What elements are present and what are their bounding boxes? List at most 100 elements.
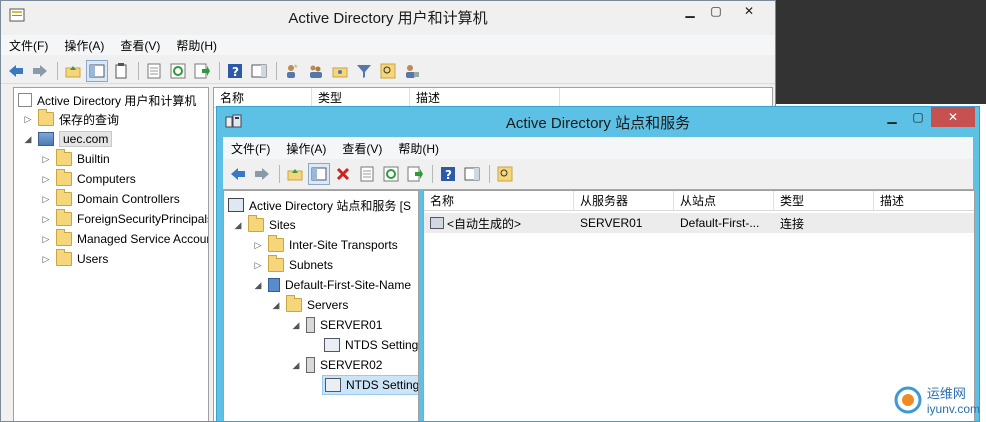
back-arrow-icon[interactable] bbox=[5, 60, 27, 82]
adss-tree-inter-site-label: Inter-Site Transports bbox=[289, 238, 398, 252]
ntds-settings-icon bbox=[325, 378, 341, 392]
aduc-tree-child[interactable]: ▷ Domain Controllers bbox=[40, 189, 180, 209]
expand-arrow-icon[interactable]: ▷ bbox=[40, 194, 52, 205]
aduc-tree-child[interactable]: ▷ Users bbox=[40, 249, 108, 269]
refresh-icon[interactable] bbox=[167, 60, 189, 82]
aduc-close-button[interactable]: ✕ bbox=[729, 1, 769, 21]
expand-arrow-icon[interactable]: ▷ bbox=[40, 154, 52, 165]
show-action-pane-icon[interactable] bbox=[461, 163, 483, 185]
svg-text:?: ? bbox=[445, 168, 452, 182]
aduc-col-name[interactable]: 名称 bbox=[214, 88, 312, 108]
watermark: 运维网 iyunv.com bbox=[893, 383, 980, 416]
site-icon bbox=[268, 278, 280, 292]
aduc-tree-child[interactable]: ▷ Managed Service Accounts bbox=[40, 229, 208, 249]
collapse-arrow-icon[interactable]: ◢ bbox=[270, 300, 282, 311]
aduc-menu-view[interactable]: 查看(V) bbox=[112, 37, 168, 54]
new-user-icon[interactable]: * bbox=[281, 60, 303, 82]
aduc-col-desc[interactable]: 描述 bbox=[410, 88, 560, 108]
collapse-arrow-icon[interactable]: ◢ bbox=[232, 220, 244, 231]
table-row[interactable]: <自动生成的> SERVER01 Default-First-... 连接 bbox=[424, 213, 974, 233]
adss-col-desc[interactable]: 描述 bbox=[874, 191, 974, 211]
expand-arrow-icon[interactable]: ▷ bbox=[40, 254, 52, 265]
adss-tree-site[interactable]: ◢ Default-First-Site-Name bbox=[252, 275, 411, 295]
collapse-arrow-icon[interactable]: ◢ bbox=[252, 280, 264, 291]
forward-arrow-icon[interactable] bbox=[251, 163, 273, 185]
export-list-icon[interactable] bbox=[191, 60, 213, 82]
aduc-tree-saved-queries[interactable]: ▷ 保存的查询 bbox=[22, 109, 119, 129]
adss-minimize-button[interactable]: ▁ bbox=[879, 107, 905, 127]
clipboard-icon[interactable] bbox=[110, 60, 132, 82]
adss-menu-file[interactable]: 文件(F) bbox=[223, 140, 278, 157]
aduc-tree-child-label: ForeignSecurityPrincipals bbox=[77, 212, 209, 226]
adss-tree-server2-label: SERVER02 bbox=[320, 358, 383, 372]
aduc-tree-domain[interactable]: ◢ uec.com bbox=[22, 129, 113, 149]
adss-tree-root[interactable]: Active Directory 站点和服务 [S bbox=[228, 195, 411, 215]
refresh-icon[interactable] bbox=[380, 163, 402, 185]
toolbar-separator bbox=[489, 165, 490, 183]
aduc-menu-file[interactable]: 文件(F) bbox=[1, 37, 56, 54]
delete-icon[interactable] bbox=[332, 163, 354, 185]
aduc-menu-action[interactable]: 操作(A) bbox=[56, 37, 112, 54]
forward-arrow-icon[interactable] bbox=[29, 60, 51, 82]
aduc-tree-child[interactable]: ▷ Builtin bbox=[40, 149, 110, 169]
filter-icon[interactable] bbox=[353, 60, 375, 82]
properties-icon[interactable] bbox=[356, 163, 378, 185]
cell-name-text: <自动生成的> bbox=[447, 216, 522, 231]
aduc-maximize-button[interactable]: ▢ bbox=[703, 1, 729, 21]
new-ou-icon[interactable] bbox=[329, 60, 351, 82]
aduc-tree-child[interactable]: ▷ ForeignSecurityPrincipals bbox=[40, 209, 209, 229]
expand-arrow-icon[interactable]: ▷ bbox=[22, 114, 34, 125]
up-folder-icon[interactable] bbox=[62, 60, 84, 82]
expand-arrow-icon[interactable]: ▷ bbox=[252, 260, 264, 271]
adss-titlebar[interactable]: Active Directory 站点和服务 ▁ ▢ ✕ bbox=[217, 107, 979, 137]
back-arrow-icon[interactable] bbox=[227, 163, 249, 185]
adss-menu-action[interactable]: 操作(A) bbox=[278, 140, 334, 157]
adss-tree-ntds2[interactable]: NTDS Settings bbox=[322, 375, 418, 395]
aduc-col-type[interactable]: 类型 bbox=[312, 88, 410, 108]
adss-tree-servers-label: Servers bbox=[307, 298, 349, 312]
find-icon[interactable] bbox=[377, 60, 399, 82]
adss-tree-site-label: Default-First-Site-Name bbox=[285, 278, 412, 292]
adss-close-button[interactable]: ✕ bbox=[931, 107, 975, 127]
help-icon[interactable]: ? bbox=[224, 60, 246, 82]
show-console-tree-icon[interactable] bbox=[86, 59, 108, 82]
collapse-arrow-icon[interactable]: ◢ bbox=[290, 360, 302, 371]
aduc-titlebar[interactable]: Active Directory 用户和计算机 ▁ ▢ ✕ bbox=[1, 1, 775, 33]
adss-col-name[interactable]: 名称 bbox=[424, 191, 574, 211]
adss-tree-inter-site[interactable]: ▷ Inter-Site Transports bbox=[252, 235, 398, 255]
adss-menu-view[interactable]: 查看(V) bbox=[334, 140, 390, 157]
collapse-arrow-icon[interactable]: ◢ bbox=[22, 134, 34, 145]
properties-icon[interactable] bbox=[143, 60, 165, 82]
adss-tree-servers[interactable]: ◢ Servers bbox=[270, 295, 348, 315]
show-console-tree-icon[interactable] bbox=[308, 163, 330, 185]
adss-tree-sites[interactable]: ◢ Sites bbox=[232, 215, 296, 235]
expand-arrow-icon[interactable]: ▷ bbox=[40, 234, 52, 245]
adss-tree-server2[interactable]: ◢ SERVER02 bbox=[290, 355, 382, 375]
aduc-menu-help[interactable]: 帮助(H) bbox=[168, 37, 225, 54]
aduc-tree-root[interactable]: Active Directory 用户和计算机 bbox=[18, 90, 196, 110]
adss-menu-help[interactable]: 帮助(H) bbox=[390, 140, 447, 157]
new-group-icon[interactable] bbox=[305, 60, 327, 82]
cell-type: 连接 bbox=[780, 216, 805, 231]
aduc-tree-child[interactable]: ▷ Computers bbox=[40, 169, 136, 189]
aduc-tree-child-label: Builtin bbox=[77, 152, 110, 166]
adss-maximize-button[interactable]: ▢ bbox=[905, 107, 931, 127]
add-to-group-icon[interactable] bbox=[401, 60, 423, 82]
find-icon[interactable] bbox=[494, 163, 516, 185]
adss-tree-subnets[interactable]: ▷ Subnets bbox=[252, 255, 333, 275]
aduc-minimize-button[interactable]: ▁ bbox=[677, 1, 703, 21]
adss-col-from-server[interactable]: 从服务器 bbox=[574, 191, 674, 211]
expand-arrow-icon[interactable]: ▷ bbox=[252, 240, 264, 251]
export-list-icon[interactable] bbox=[404, 163, 426, 185]
adss-col-type[interactable]: 类型 bbox=[774, 191, 874, 211]
expand-arrow-icon[interactable]: ▷ bbox=[40, 174, 52, 185]
collapse-arrow-icon[interactable]: ◢ bbox=[290, 320, 302, 331]
adss-tree-server1[interactable]: ◢ SERVER01 bbox=[290, 315, 382, 335]
adss-col-from-site[interactable]: 从站点 bbox=[674, 191, 774, 211]
expand-arrow-icon[interactable]: ▷ bbox=[40, 214, 52, 225]
up-folder-icon[interactable] bbox=[284, 163, 306, 185]
show-action-pane-icon[interactable] bbox=[248, 60, 270, 82]
help-icon[interactable]: ? bbox=[437, 163, 459, 185]
aduc-tree-child-label: Users bbox=[77, 252, 109, 266]
adss-tree-ntds1[interactable]: NTDS Settings bbox=[324, 335, 418, 355]
